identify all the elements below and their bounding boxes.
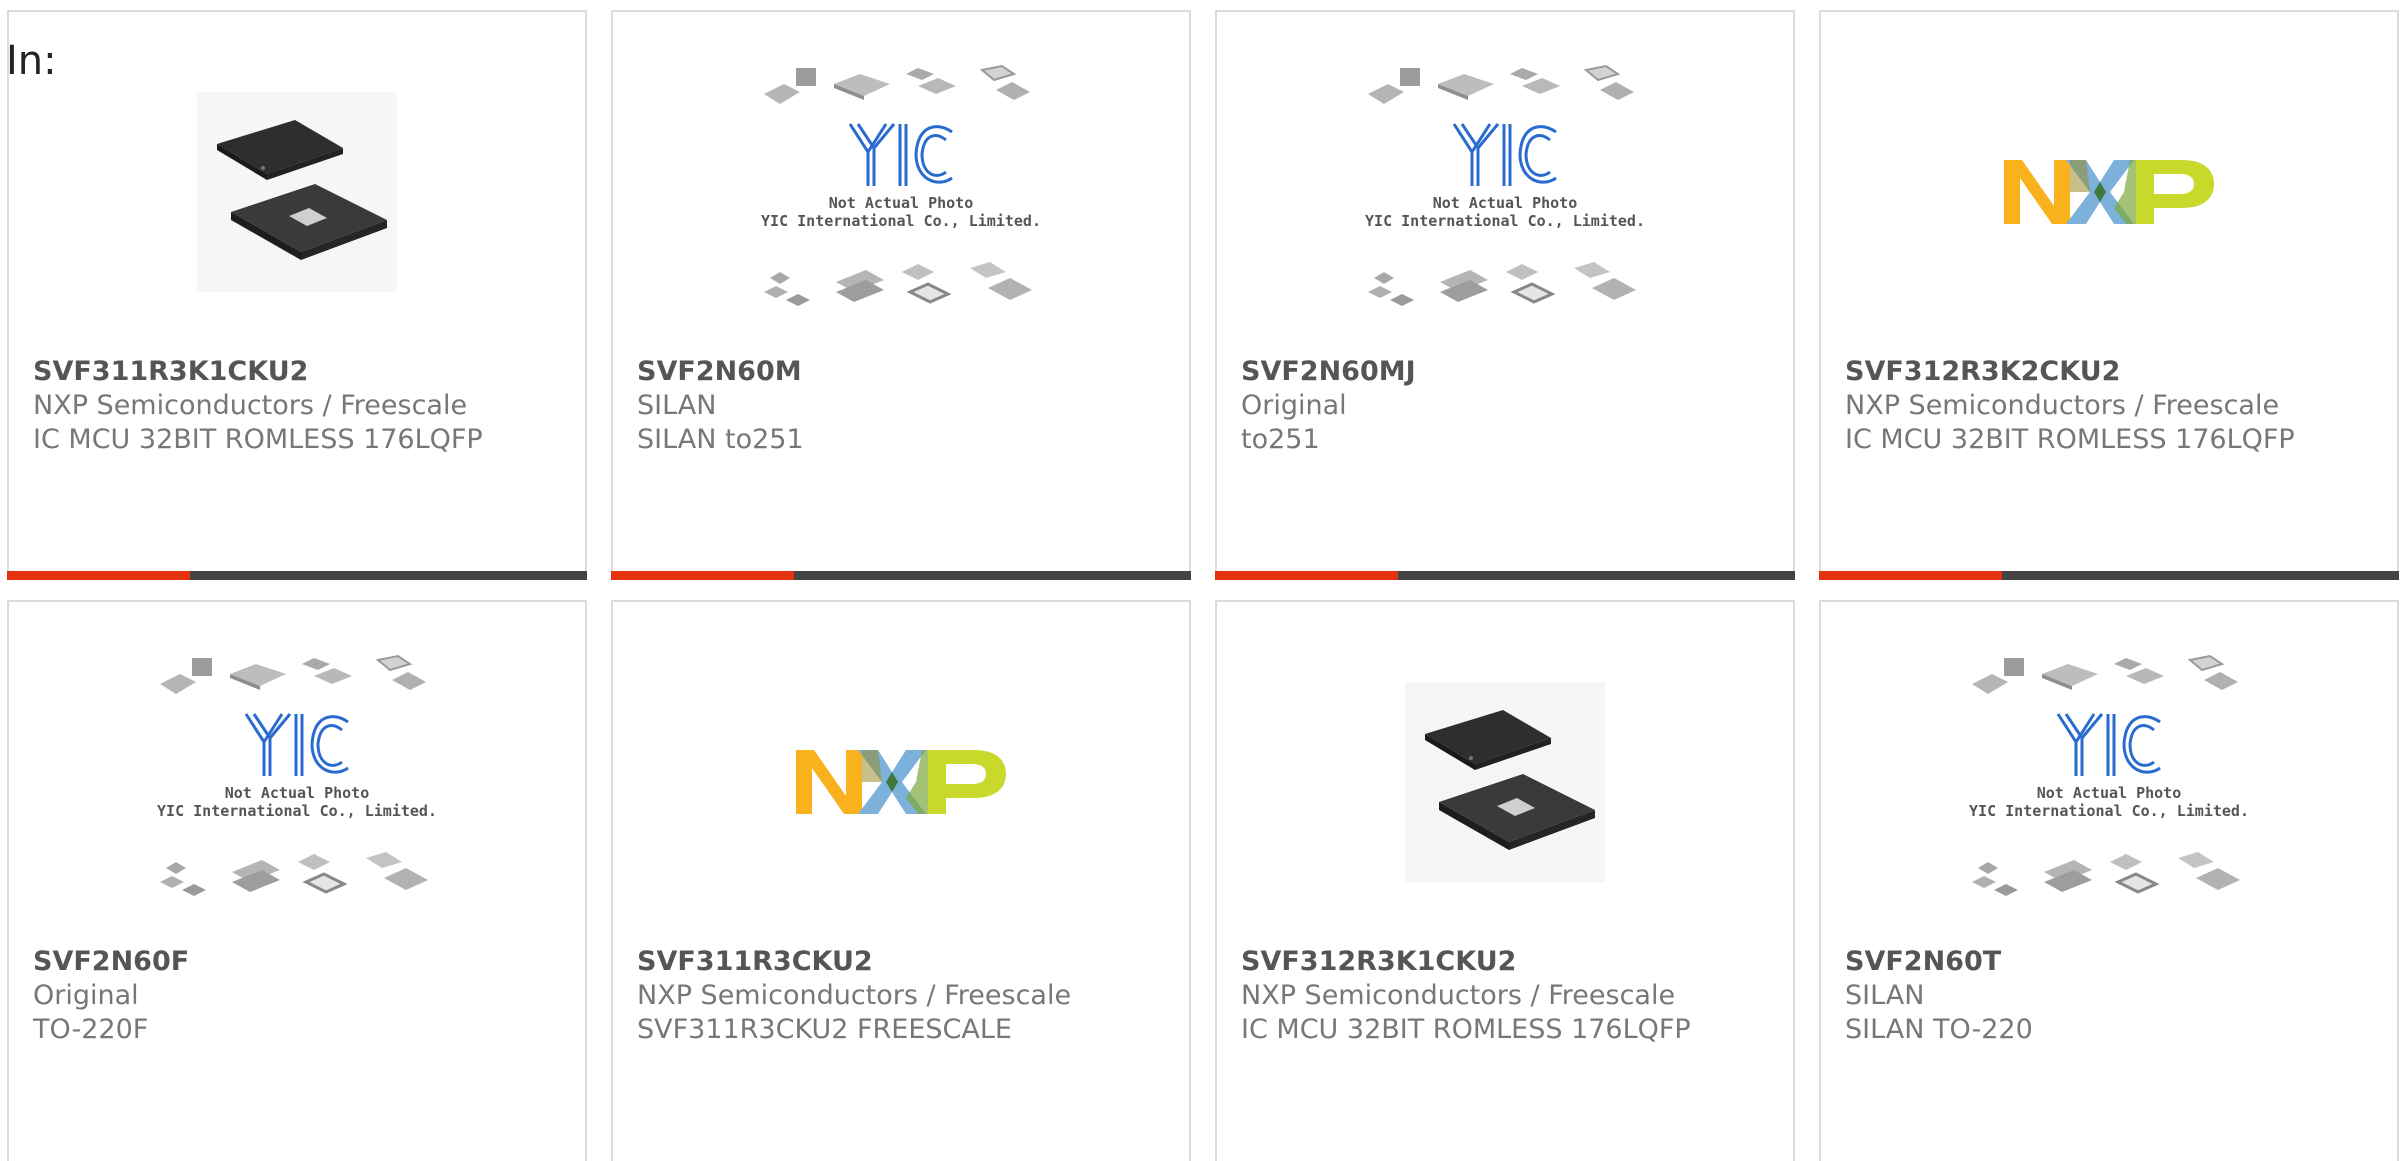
description: IC MCU 32BIT ROMLESS 176LQFP bbox=[33, 424, 483, 455]
package-icons-top bbox=[1972, 654, 2238, 694]
part-number-link[interactable]: SVF312R3K1CKU2 bbox=[1241, 945, 1783, 979]
product-image[interactable]: Not Actual Photo YIC International Co., … bbox=[1821, 632, 2397, 932]
package-icons-bottom bbox=[1368, 262, 1636, 306]
product-image[interactable]: Not Actual Photo YIC International Co., … bbox=[1217, 42, 1793, 342]
nxp-logo-icon bbox=[2004, 160, 2214, 224]
product-info: SVF2N60MJ Original to251 bbox=[1241, 355, 1783, 457]
product-image[interactable]: Not Actual Photo YIC International Co., … bbox=[9, 632, 585, 932]
yic-placeholder-image: Not Actual Photo YIC International Co., … bbox=[152, 652, 442, 912]
package-icons-top bbox=[160, 654, 426, 694]
card-accent-bar bbox=[7, 571, 190, 580]
product-info: SVF312R3K2CKU2 NXP Semiconductors / Frees… bbox=[1845, 355, 2387, 457]
yic-logo-icon bbox=[2056, 713, 2161, 776]
yic-logo-icon bbox=[848, 123, 953, 186]
placeholder-line1: Not Actual Photo bbox=[1432, 194, 1578, 212]
product-image[interactable]: Not Actual Photo YIC International Co., … bbox=[613, 42, 1189, 342]
card-bottom-bar bbox=[7, 571, 587, 580]
product-card[interactable]: Not Actual Photo YIC International Co., … bbox=[1215, 10, 1795, 580]
product-image[interactable] bbox=[1821, 42, 2397, 342]
placeholder-line2: YIC International Co., Limited. bbox=[1969, 802, 2249, 820]
placeholder-caption: Not Actual Photo YIC International Co., … bbox=[1360, 194, 1650, 230]
product-image[interactable] bbox=[613, 632, 1189, 932]
yic-placeholder-image: Not Actual Photo YIC International Co., … bbox=[1964, 652, 2254, 912]
placeholder-line1: Not Actual Photo bbox=[828, 194, 974, 212]
product-info: SVF2N60M SILAN SILAN to251 bbox=[637, 355, 1179, 457]
part-number-link[interactable]: SVF311R3K1CKU2 bbox=[33, 355, 575, 389]
part-number-link[interactable]: SVF2N60T bbox=[1845, 945, 2387, 979]
product-grid-page: In: SVF311R3K1CKU2 NXP Semiconductors / F… bbox=[0, 0, 2400, 1161]
yic-placeholder-image: Not Actual Photo YIC International Co., … bbox=[756, 62, 1046, 322]
product-info: SVF312R3K1CKU2 NXP Semiconductors / Frees… bbox=[1241, 945, 1783, 1047]
product-card[interactable]: Not Actual Photo YIC International Co., … bbox=[611, 10, 1191, 580]
placeholder-caption: Not Actual Photo YIC International Co., … bbox=[1964, 784, 2254, 820]
product-info: SVF311R3K1CKU2 NXP Semiconductors / Frees… bbox=[33, 355, 575, 457]
card-bottom-bar bbox=[1819, 571, 2399, 580]
product-info: SVF2N60T SILAN SILAN TO-220 bbox=[1845, 945, 2387, 1047]
nxp-logo-icon bbox=[796, 750, 1006, 814]
yic-placeholder-image: Not Actual Photo YIC International Co., … bbox=[1360, 62, 1650, 322]
package-icons-top bbox=[1368, 64, 1634, 104]
package-icons-top bbox=[764, 64, 1030, 104]
product-card[interactable]: Not Actual Photo YIC International Co., … bbox=[1819, 600, 2399, 1161]
placeholder-line2: YIC International Co., Limited. bbox=[157, 802, 437, 820]
manufacturer: Original bbox=[1241, 390, 1347, 421]
placeholder-caption: Not Actual Photo YIC International Co., … bbox=[756, 194, 1046, 230]
part-number-link[interactable]: SVF311R3CKU2 bbox=[637, 945, 1179, 979]
placeholder-line2: YIC International Co., Limited. bbox=[761, 212, 1041, 230]
card-bottom-bar bbox=[611, 571, 1191, 580]
manufacturer: NXP Semiconductors / Freescale bbox=[1241, 980, 1676, 1011]
description: SILAN TO-220 bbox=[1845, 1014, 2033, 1045]
part-number-link[interactable]: SVF312R3K2CKU2 bbox=[1845, 355, 2387, 389]
product-card[interactable]: SVF311R3K1CKU2 NXP Semiconductors / Frees… bbox=[7, 10, 587, 580]
product-image[interactable] bbox=[9, 42, 585, 342]
manufacturer: Original bbox=[33, 980, 139, 1011]
product-card[interactable]: Not Actual Photo YIC International Co., … bbox=[7, 600, 587, 1161]
description: IC MCU 32BIT ROMLESS 176LQFP bbox=[1845, 424, 2295, 455]
product-card[interactable]: SVF311R3CKU2 NXP Semiconductors / Freesca… bbox=[611, 600, 1191, 1161]
card-bottom-bar bbox=[1215, 571, 1795, 580]
card-accent-bar bbox=[1819, 571, 2002, 580]
chip-photo-icon bbox=[1405, 682, 1605, 882]
description: to251 bbox=[1241, 424, 1320, 455]
description: IC MCU 32BIT ROMLESS 176LQFP bbox=[1241, 1014, 1691, 1045]
description: SILAN to251 bbox=[637, 424, 804, 455]
product-card[interactable]: SVF312R3K2CKU2 NXP Semiconductors / Frees… bbox=[1819, 10, 2399, 580]
yic-logo-icon bbox=[1452, 123, 1557, 186]
part-number-link[interactable]: SVF2N60F bbox=[33, 945, 575, 979]
description: SVF311R3CKU2 FREESCALE bbox=[637, 1014, 1012, 1045]
package-icons-bottom bbox=[764, 262, 1032, 306]
manufacturer: NXP Semiconductors / Freescale bbox=[1845, 390, 2280, 421]
product-card[interactable]: SVF312R3K1CKU2 NXP Semiconductors / Frees… bbox=[1215, 600, 1795, 1161]
package-icons-bottom bbox=[1972, 852, 2240, 896]
in-label: In: bbox=[6, 38, 57, 84]
placeholder-line1: Not Actual Photo bbox=[2036, 784, 2182, 802]
package-icons-bottom bbox=[160, 852, 428, 896]
chip-photo-icon bbox=[197, 92, 397, 292]
card-accent-bar bbox=[611, 571, 794, 580]
card-accent-bar bbox=[1215, 571, 1398, 580]
placeholder-line1: Not Actual Photo bbox=[224, 784, 370, 802]
placeholder-caption: Not Actual Photo YIC International Co., … bbox=[152, 784, 442, 820]
product-info: SVF2N60F Original TO-220F bbox=[33, 945, 575, 1047]
placeholder-line2: YIC International Co., Limited. bbox=[1365, 212, 1645, 230]
description: TO-220F bbox=[33, 1014, 149, 1045]
manufacturer: NXP Semiconductors / Freescale bbox=[637, 980, 1072, 1011]
part-number-link[interactable]: SVF2N60MJ bbox=[1241, 355, 1783, 389]
product-info: SVF311R3CKU2 NXP Semiconductors / Freesca… bbox=[637, 945, 1179, 1047]
manufacturer: SILAN bbox=[637, 390, 717, 421]
yic-logo-icon bbox=[244, 713, 349, 776]
product-image[interactable] bbox=[1217, 632, 1793, 932]
manufacturer: SILAN bbox=[1845, 980, 1925, 1011]
manufacturer: NXP Semiconductors / Freescale bbox=[33, 390, 468, 421]
part-number-link[interactable]: SVF2N60M bbox=[637, 355, 1179, 389]
